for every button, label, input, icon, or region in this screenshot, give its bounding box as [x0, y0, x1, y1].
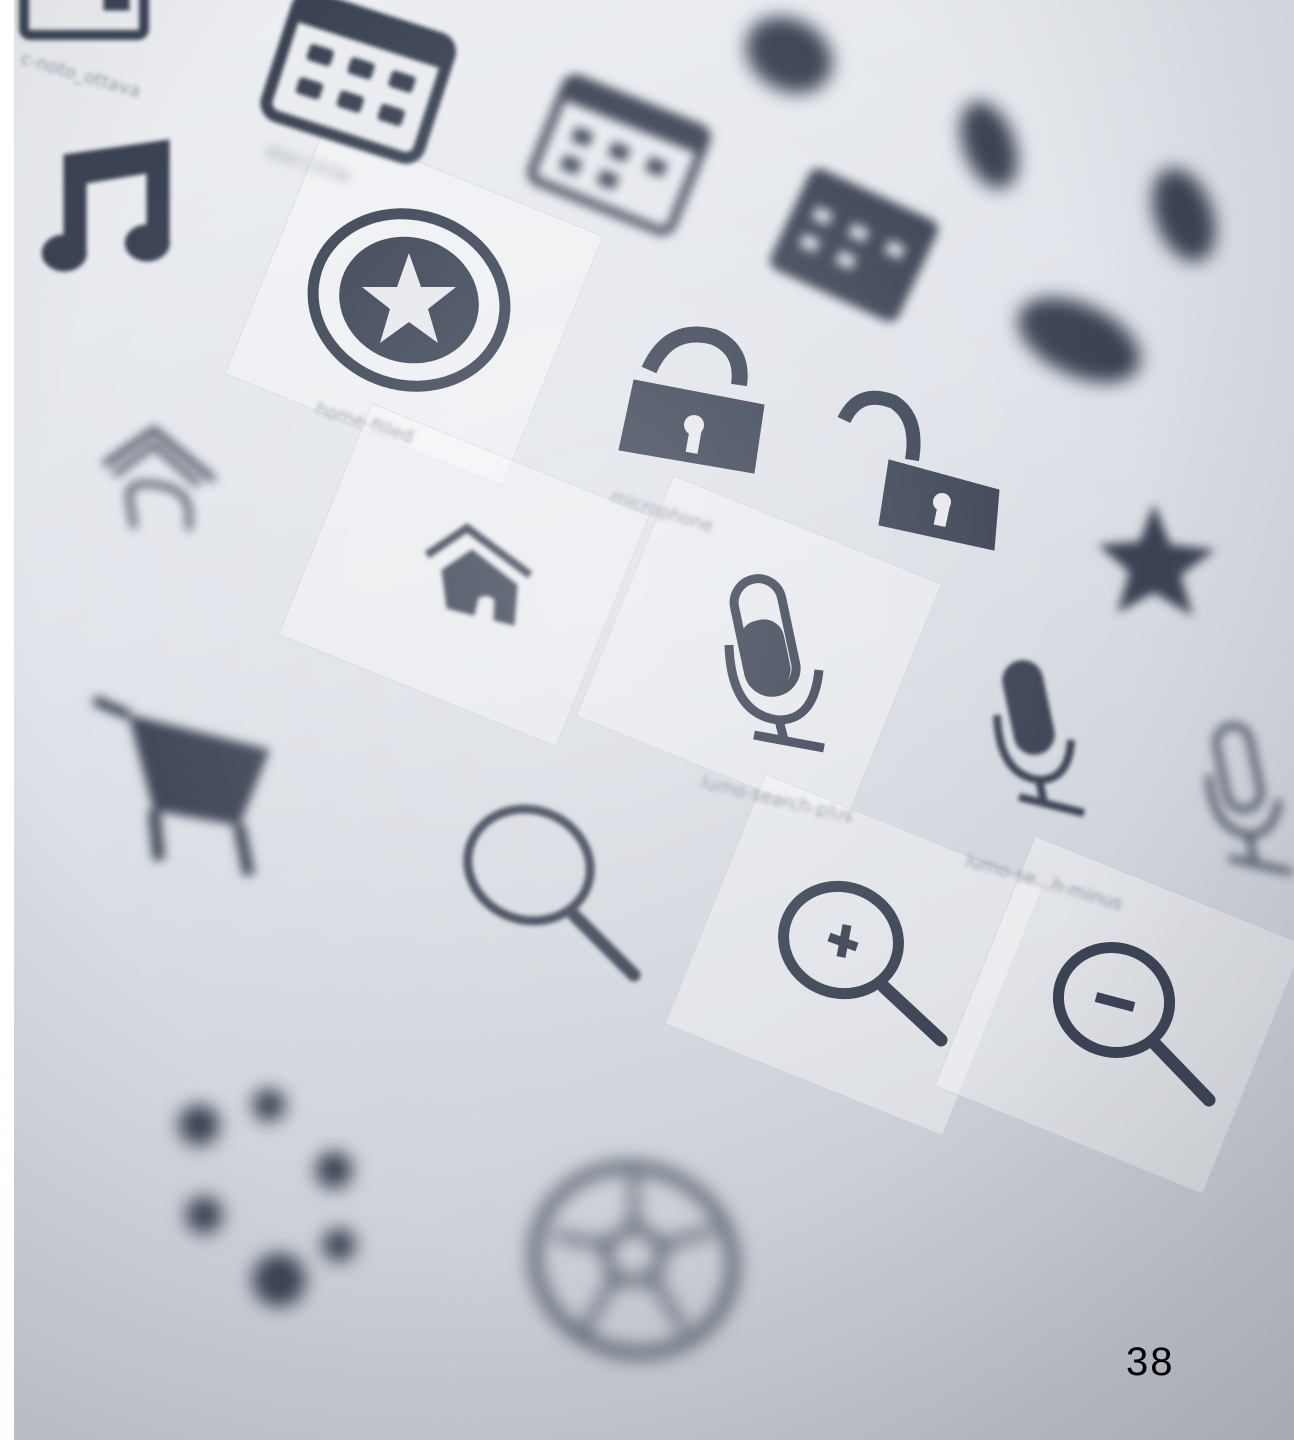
home-filled-icon: [424, 523, 533, 626]
search-minus-icon: [1052, 942, 1216, 1107]
search-icon: [463, 804, 641, 982]
label-note-ottava: c-noto_ottava: [18, 48, 143, 103]
frame-icon: [19, 0, 149, 40]
microphone-outline-icon: [1206, 722, 1293, 875]
icon-grid-photo: c-noto_ottava star-circle home-filled mi…: [14, 0, 1294, 1440]
spinner-icon: [178, 1088, 356, 1307]
slide-page: c-noto_ottava star-circle home-filled mi…: [0, 0, 1294, 1440]
page-number: 38: [1126, 1340, 1175, 1384]
home-outline-icon: [101, 425, 217, 530]
soccer-ball-icon: [529, 1162, 739, 1358]
shopping-cart-icon: [92, 695, 270, 877]
blurred-icon: [960, 101, 1018, 189]
microphone-filled-icon: [993, 660, 1085, 817]
search-plus-icon: [778, 880, 948, 1047]
star-circle-icon: [307, 208, 511, 392]
blurred-icon: [1017, 297, 1141, 383]
calendar-filled-icon: [770, 168, 938, 322]
unlock-icon: [837, 390, 1000, 551]
microphone-icon: [724, 574, 825, 753]
blurred-icon: [1152, 168, 1216, 262]
star-icon: [1097, 503, 1216, 617]
left-margin: [0, 0, 14, 1440]
blurred-icon: [745, 16, 833, 94]
lock-icon: [618, 326, 765, 474]
music-note-icon: [41, 139, 170, 272]
